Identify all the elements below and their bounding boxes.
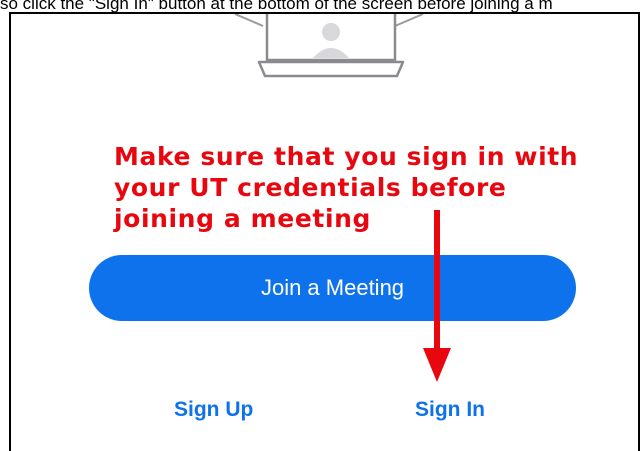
video-call-illustration-icon [234,14,424,78]
app-screen: Make sure that you sign in with your UT … [9,12,640,451]
sign-in-instruction: Make sure that you sign in with your UT … [114,141,634,234]
instruction-line: joining a meeting [114,204,372,233]
instruction-line: your UT credentials before [114,173,507,202]
sign-up-button[interactable]: Sign Up [174,398,253,422]
sign-in-button[interactable]: Sign In [415,398,485,422]
instruction-line: Make sure that you sign in with [114,142,579,171]
join-meeting-button[interactable]: Join a Meeting [89,255,576,321]
